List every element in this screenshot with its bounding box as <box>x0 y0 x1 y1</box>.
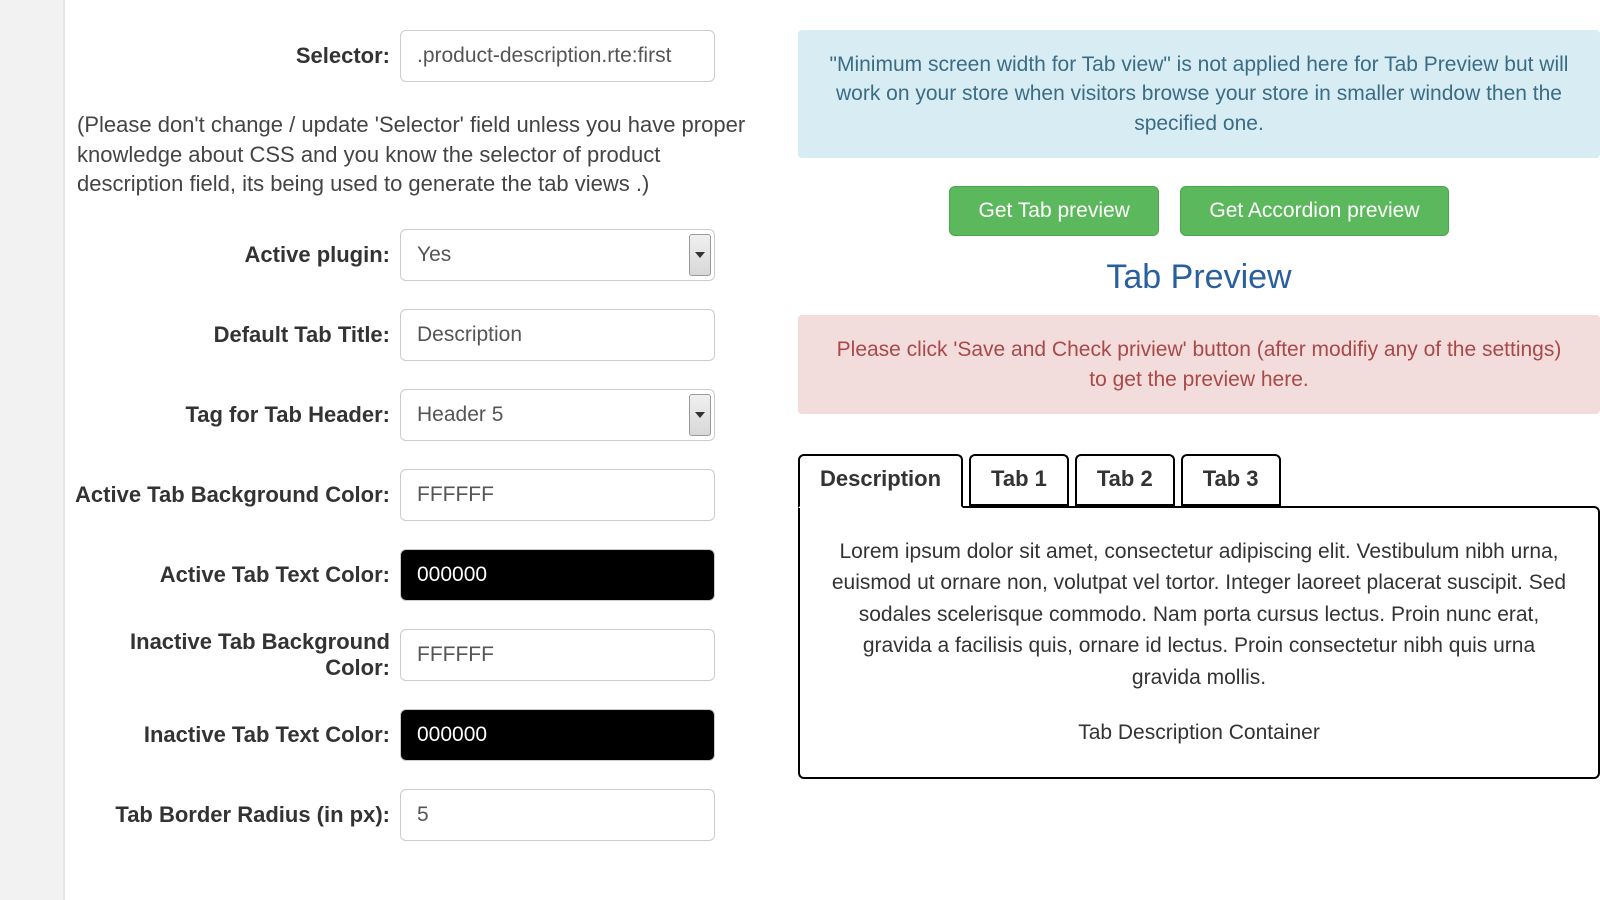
tag-header-select[interactable]: Header 5 <box>400 389 715 441</box>
active-plugin-label: Active plugin: <box>65 242 400 268</box>
tab-3[interactable]: Tab 3 <box>1181 454 1281 506</box>
inactive-text-label: Inactive Tab Text Color: <box>65 722 400 748</box>
selector-help-text: (Please don't change / update 'Selector'… <box>65 110 765 229</box>
tab-container-label: Tab Description Container <box>828 717 1570 749</box>
tab-2[interactable]: Tab 2 <box>1075 454 1175 506</box>
border-radius-input[interactable] <box>400 789 715 841</box>
default-tab-title-input[interactable] <box>400 309 715 361</box>
tab-content: Lorem ipsum dolor sit amet, consectetur … <box>798 506 1600 779</box>
lorem-text: Lorem ipsum dolor sit amet, consectetur … <box>828 536 1570 694</box>
tab-description[interactable]: Description <box>798 454 963 508</box>
tag-header-value: Header 5 <box>417 403 503 427</box>
active-plugin-value: Yes <box>417 243 451 267</box>
selector-label: Selector: <box>65 43 400 69</box>
tag-header-label: Tag for Tab Header: <box>65 402 400 428</box>
border-radius-label: Tab Border Radius (in px): <box>65 802 400 828</box>
active-bg-label: Active Tab Background Color: <box>65 482 400 508</box>
inactive-bg-input[interactable] <box>400 629 715 681</box>
tab-1[interactable]: Tab 1 <box>969 454 1069 506</box>
inactive-bg-label: Inactive Tab Background Color: <box>65 629 400 681</box>
active-bg-input[interactable] <box>400 469 715 521</box>
get-tab-preview-button[interactable]: Get Tab preview <box>949 186 1158 236</box>
active-text-label: Active Tab Text Color: <box>65 562 400 588</box>
warning-box: Please click 'Save and Check priview' bu… <box>798 315 1600 414</box>
preview-tabs: Description Tab 1 Tab 2 Tab 3 <box>798 454 1600 506</box>
inactive-text-input[interactable] <box>400 709 715 761</box>
settings-form: Selector: (Please don't change / update … <box>65 0 765 900</box>
preview-panel: "Minimum screen width for Tab view" is n… <box>798 0 1600 900</box>
selector-input[interactable] <box>400 30 715 82</box>
get-accordion-preview-button[interactable]: Get Accordion preview <box>1180 186 1448 236</box>
active-text-input[interactable] <box>400 549 715 601</box>
default-tab-title-label: Default Tab Title: <box>65 322 400 348</box>
active-plugin-select[interactable]: Yes <box>400 229 715 281</box>
preview-title: Tab Preview <box>798 258 1600 297</box>
info-box: "Minimum screen width for Tab view" is n… <box>798 30 1600 158</box>
